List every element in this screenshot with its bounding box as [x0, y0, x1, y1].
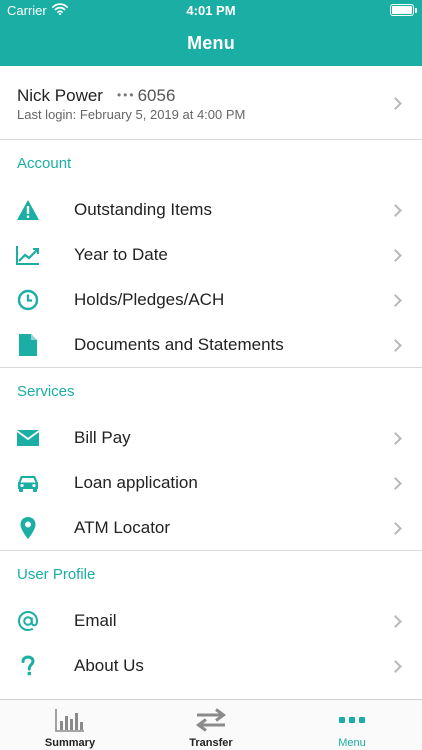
warning-icon — [16, 198, 40, 222]
menu-item-label: Year to Date — [74, 245, 168, 264]
tab-label: Transfer — [189, 737, 233, 749]
section-title-services: Services — [17, 383, 75, 400]
envelope-icon — [16, 426, 40, 450]
chevron-right-icon — [389, 294, 402, 307]
tab-bar: Summary Transfer Menu — [0, 699, 422, 750]
menu-item-label: Bill Pay — [74, 428, 131, 447]
question-mark-icon — [16, 654, 40, 678]
map-pin-icon — [16, 516, 40, 540]
menu-item-bill-pay[interactable]: Bill Pay — [0, 416, 422, 461]
chevron-right-icon — [389, 339, 402, 352]
battery-icon — [390, 4, 417, 16]
document-icon — [16, 333, 40, 357]
tab-summary[interactable]: Summary — [0, 700, 140, 750]
menu-item-outstanding-items[interactable]: Outstanding Items — [0, 188, 422, 233]
profile-name: Nick Power — [17, 86, 103, 105]
tab-label: Summary — [44, 737, 96, 749]
chevron-right-icon — [389, 615, 402, 628]
section-title-user-profile: User Profile — [17, 566, 96, 583]
car-icon — [16, 471, 40, 495]
at-sign-icon — [16, 609, 40, 633]
menu-item-email[interactable]: Email — [0, 599, 422, 644]
masked-account-number: ••• 6056 — [116, 86, 176, 105]
menu-item-label: Email — [74, 611, 117, 630]
chevron-right-icon — [389, 477, 402, 490]
chevron-right-icon — [389, 204, 402, 217]
tab-label: Menu — [338, 737, 366, 749]
chevron-right-icon — [389, 660, 402, 673]
menu-item-atm-locator[interactable]: ATM Locator — [0, 506, 422, 551]
clock-icon — [16, 288, 40, 312]
tab-transfer[interactable]: Transfer — [141, 700, 281, 750]
tab-menu[interactable]: Menu — [282, 700, 422, 750]
menu-item-label: About Us — [74, 656, 144, 675]
page-title: Menu — [187, 33, 235, 53]
menu-item-label: Documents and Statements — [74, 335, 284, 354]
status-time: 4:01 PM — [186, 3, 236, 18]
menu-item-label: Outstanding Items — [74, 200, 212, 219]
section-divider — [0, 550, 422, 551]
profile-row[interactable]: Nick Power ••• 6056 Last login: February … — [0, 66, 422, 140]
menu-item-loan-application[interactable]: Loan application — [0, 461, 422, 506]
chevron-right-icon — [389, 432, 402, 445]
navigation-header: Carrier 4:01 PM Menu — [0, 0, 422, 66]
last-login-text: Last login: February 5, 2019 at 4:00 PM — [17, 107, 246, 122]
section-title-account: Account — [17, 155, 72, 172]
section-divider — [0, 367, 422, 368]
chevron-right-icon — [389, 249, 402, 262]
menu-item-label: Holds/Pledges/ACH — [74, 290, 225, 309]
menu-item-label: Loan application — [74, 473, 198, 492]
menu-item-documents-and-statements[interactable]: Documents and Statements — [0, 323, 422, 368]
chevron-right-icon — [389, 522, 402, 535]
status-bar: Carrier 4:01 PM — [0, 0, 422, 22]
transfer-arrows-icon — [141, 707, 281, 733]
chevron-right-icon — [389, 97, 402, 110]
dots-menu-icon — [282, 707, 422, 733]
trend-chart-icon — [16, 243, 40, 267]
menu-item-about-us[interactable]: About Us — [0, 644, 422, 689]
menu-item-label: ATM Locator — [74, 518, 171, 537]
bar-chart-icon — [0, 707, 140, 733]
menu-item-holds-pledges-ach[interactable]: Holds/Pledges/ACH — [0, 278, 422, 323]
menu-item-year-to-date[interactable]: Year to Date — [0, 233, 422, 278]
